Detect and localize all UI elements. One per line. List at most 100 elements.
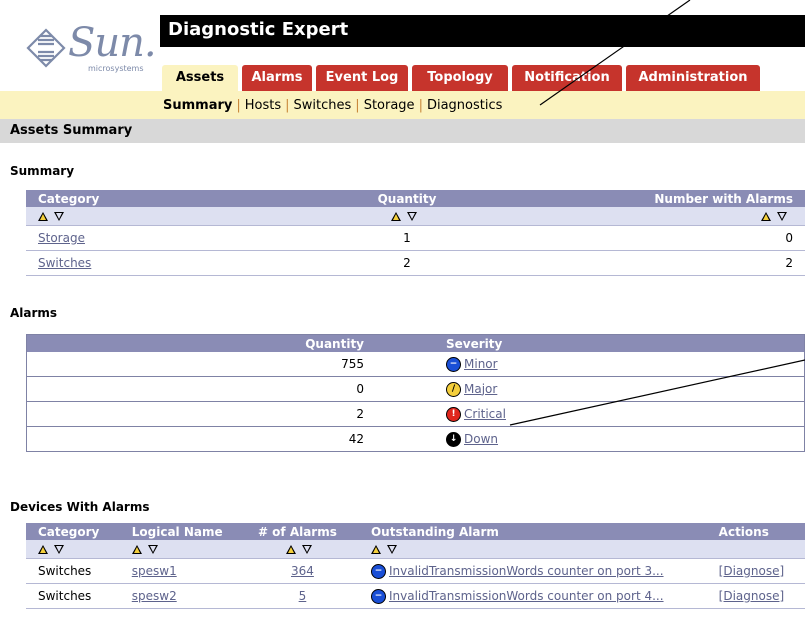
sun-logo-icon: [26, 28, 66, 68]
outstanding-alarm-link[interactable]: InvalidTransmissionWords counter on port…: [389, 589, 664, 603]
tab-alarms[interactable]: Alarms: [242, 65, 312, 91]
col-alarm-count: # of Alarms: [245, 523, 359, 540]
sort-descending-icon[interactable]: [386, 545, 397, 554]
alarm-quantity: 755: [26, 352, 376, 377]
subnav-hosts[interactable]: Hosts: [245, 98, 281, 113]
device-name-link[interactable]: spesw1: [132, 564, 177, 578]
sort-ascending-icon[interactable]: [370, 545, 381, 554]
device-name-link[interactable]: spesw2: [132, 589, 177, 603]
quantity-value: 1: [220, 225, 594, 251]
summary-table: Category Quantity Number with Alarms Sto…: [26, 190, 805, 276]
tab-event-log[interactable]: Event Log: [316, 65, 408, 91]
outstanding-alarm-link[interactable]: InvalidTransmissionWords counter on port…: [389, 564, 664, 578]
header: Sun. microsystems Diagnostic Expert Asse…: [0, 0, 805, 91]
sort-descending-icon[interactable]: [54, 545, 64, 554]
severity-link[interactable]: Down: [464, 432, 498, 446]
severity-link[interactable]: Major: [464, 382, 497, 396]
col-category: Category: [26, 190, 220, 207]
diagnose-link[interactable]: [Diagnose]: [719, 564, 785, 578]
down-icon: ↓: [446, 431, 461, 447]
device-category: Switches: [26, 558, 120, 584]
sub-navigation: Summary | Hosts | Switches | Storage | Diagnosti…: [0, 91, 805, 119]
devices-heading: Devices With Alarms: [10, 500, 150, 514]
sort-controls[interactable]: [119, 540, 246, 559]
severity-link[interactable]: Minor: [464, 357, 498, 371]
alarm-count-link[interactable]: 5: [299, 589, 307, 603]
title-bar: Diagnostic Expert: [160, 15, 805, 47]
alarms-heading: Alarms: [10, 306, 58, 320]
col-quantity: Quantity: [220, 190, 594, 207]
alarm-count-value: 0: [594, 225, 805, 251]
subnav-switches[interactable]: Switches: [294, 98, 352, 113]
alarm-count-value: 2: [594, 250, 805, 276]
major-icon: /: [446, 381, 461, 397]
sort-ascending-icon[interactable]: [131, 545, 142, 554]
sort-ascending-icon[interactable]: [38, 212, 48, 221]
subnav-storage[interactable]: Storage: [364, 98, 415, 113]
quantity-value: 2: [220, 250, 594, 276]
page-title: Assets Summary: [10, 123, 133, 138]
sort-descending-icon[interactable]: [147, 545, 158, 554]
subnav-separator: |: [418, 98, 423, 113]
subnav-separator: |: [236, 98, 241, 113]
col-quantity: Quantity: [26, 334, 376, 352]
subnav-summary[interactable]: Summary: [163, 98, 232, 113]
alarm-quantity: 0: [26, 376, 376, 402]
sort-descending-icon[interactable]: [777, 212, 787, 221]
tab-topology[interactable]: Topology: [412, 65, 508, 91]
sort-descending-icon[interactable]: [302, 545, 313, 554]
table-row: 755 − Minor: [26, 352, 805, 377]
sort-controls[interactable]: [358, 540, 707, 559]
sun-logo[interactable]: Sun. microsystems: [26, 20, 157, 76]
sort-controls[interactable]: [245, 540, 359, 559]
table-row: Switches 2 2: [26, 250, 805, 276]
col-severity: Severity: [376, 334, 805, 352]
tab-administration[interactable]: Administration: [626, 65, 760, 91]
sort-ascending-icon[interactable]: [286, 545, 297, 554]
diagnose-link[interactable]: [Diagnose]: [719, 589, 785, 603]
table-row: 0 /Major: [26, 376, 805, 402]
sort-controls[interactable]: [26, 207, 220, 226]
table-row: 2 ! Critical: [26, 401, 805, 427]
col-logical-name: Logical Name: [119, 523, 246, 540]
tab-notification[interactable]: Notification: [512, 65, 622, 91]
devices-table: Category Logical Name # of Alarms Outsta…: [26, 523, 805, 609]
device-category: Switches: [26, 583, 120, 609]
alarm-quantity: 2: [26, 401, 376, 427]
minor-icon: −: [446, 356, 461, 372]
table-row: Switches spesw2 5 − InvalidTransmissionWo…: [26, 583, 805, 609]
summary-heading: Summary: [10, 164, 75, 178]
col-actions: Actions: [706, 523, 805, 540]
sort-ascending-icon[interactable]: [391, 212, 401, 221]
table-row: Switches spesw1 364 − InvalidTransmission…: [26, 558, 805, 584]
minor-icon: −: [370, 588, 386, 604]
main-tabs: Assets Alarms Event Log Topology Notific…: [160, 65, 805, 91]
sort-row: [26, 540, 805, 559]
category-link[interactable]: Switches: [38, 256, 91, 270]
col-category: Category: [26, 523, 120, 540]
table-row: 42 ↓ Down: [26, 426, 805, 452]
subnav-diagnostics[interactable]: Diagnostics: [427, 98, 502, 113]
sort-ascending-icon[interactable]: [761, 212, 771, 221]
severity-link[interactable]: Critical: [464, 407, 506, 421]
minor-icon: −: [370, 563, 386, 579]
sort-controls[interactable]: [26, 540, 120, 559]
subnav-separator: |: [355, 98, 360, 113]
col-outstanding-alarm: Outstanding Alarm: [358, 523, 707, 540]
critical-icon: !: [446, 406, 461, 422]
sort-descending-icon[interactable]: [54, 212, 64, 221]
page-frame: Sun. microsystems Diagnostic Expert Asse…: [0, 0, 805, 635]
sort-row: [26, 207, 805, 226]
alarm-quantity: 42: [26, 426, 376, 452]
logo-subtitle: microsystems: [88, 64, 144, 73]
alarms-table: Quantity Severity 755 − Minor 0 /Major 2 …: [26, 334, 805, 452]
sort-ascending-icon[interactable]: [38, 545, 48, 554]
page-header: Assets Summary: [0, 119, 805, 143]
alarm-count-link[interactable]: 364: [291, 564, 314, 578]
category-link[interactable]: Storage: [38, 231, 85, 245]
sort-descending-icon[interactable]: [407, 212, 417, 221]
table-row: Storage 1 0: [26, 225, 805, 251]
tab-assets[interactable]: Assets: [162, 65, 238, 91]
sort-controls[interactable]: [220, 207, 594, 226]
sort-controls[interactable]: [594, 207, 805, 226]
